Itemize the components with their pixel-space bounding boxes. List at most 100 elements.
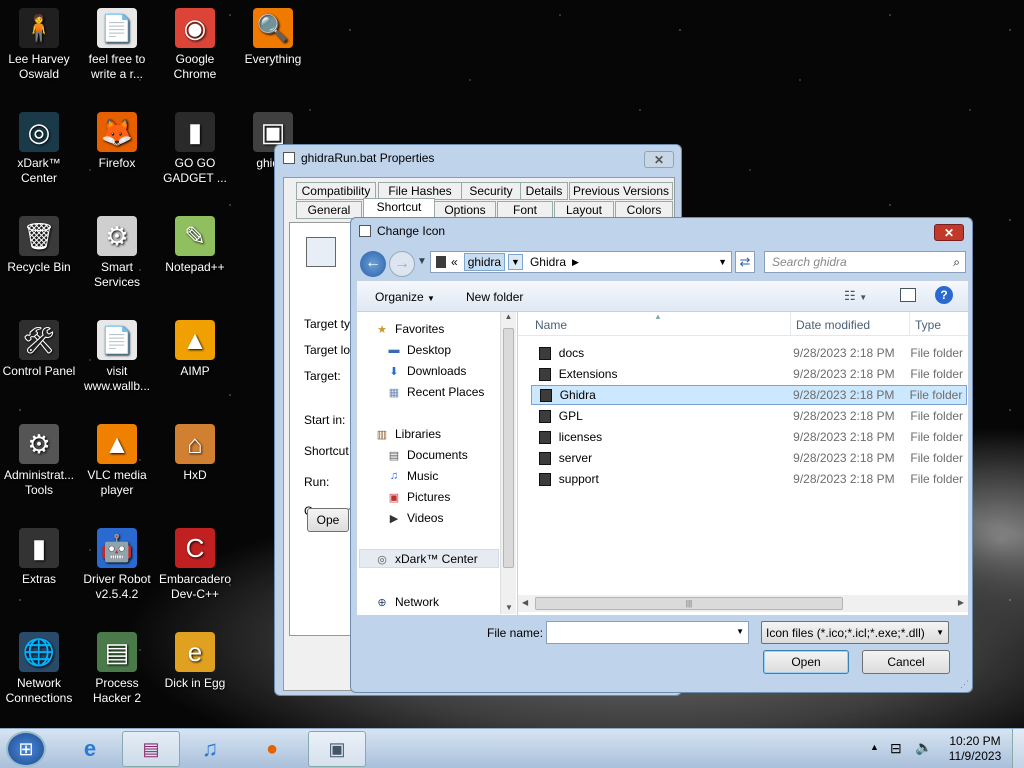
nav-videos[interactable]: ▶ Videos (387, 511, 444, 525)
new-folder-button[interactable]: New folder (466, 290, 523, 304)
navigation-scroll-thumb[interactable] (503, 328, 514, 568)
tab-security[interactable]: Security (461, 182, 521, 200)
recycle-bin-icon[interactable]: 🗑 Recycle Bin (0, 208, 78, 275)
preview-pane-icon[interactable] (900, 288, 916, 302)
start-button[interactable]: ⊞ (6, 731, 46, 767)
horizontal-scrollbar[interactable]: ◀ ||| ▶ (518, 595, 968, 612)
text-document-glyph-icon: 📄 (97, 8, 137, 48)
nav-downloads[interactable]: ⬇ Downloads (387, 364, 466, 378)
back-button[interactable]: ← (360, 251, 386, 277)
dev-cpp-icon[interactable]: C Embarcadero Dev-C++ (156, 520, 234, 602)
nav-favorites[interactable]: ★ Favorites (375, 322, 444, 336)
open-button[interactable]: Open (763, 650, 849, 674)
file-row[interactable]: Ghidra 9/28/2023 2:18 PM File folder (531, 385, 967, 405)
file-row[interactable]: GPL 9/28/2023 2:18 PM File folder (531, 406, 967, 426)
extras-icon[interactable]: ▮ Extras (0, 520, 78, 587)
address-dropdown-icon[interactable]: ▼ (718, 257, 727, 267)
text-document-icon[interactable]: 📄 feel free to write a r... (78, 0, 156, 82)
file-type-select[interactable]: Icon files (*.ico;*.icl;*.exe;*.dll) ▼ (761, 621, 949, 644)
breadcrumb-chevron-right-icon[interactable]: ▶ (572, 257, 579, 268)
nav-desktop[interactable]: ▬ Desktop (387, 343, 452, 357)
firefox-taskbar-icon[interactable]: ● (252, 733, 292, 765)
winrar-taskbar-icon[interactable]: ▤ (122, 731, 180, 767)
properties-open-button[interactable]: Ope (307, 508, 349, 532)
recent-locations-chevron-icon[interactable]: ▼ (417, 256, 427, 267)
driver-robot-icon[interactable]: 🤖 Driver Robot v2.5.4.2 (78, 520, 156, 602)
nav-documents[interactable]: ▤ Documents (387, 448, 468, 462)
vlc-icon[interactable]: ▲ VLC media player (78, 416, 156, 498)
cancel-button[interactable]: Cancel (862, 650, 950, 674)
search-box[interactable]: Search ghidra ⌕ (764, 251, 966, 273)
file-row[interactable]: server 9/28/2023 2:18 PM File folder (531, 448, 967, 468)
search-input[interactable]: Search ghidra (772, 255, 847, 269)
horizontal-scroll-thumb[interactable]: ||| (535, 597, 843, 610)
google-chrome-icon[interactable]: ◉ Google Chrome (156, 0, 234, 82)
organize-button[interactable]: Organize ▼ (375, 290, 435, 304)
column-type-header[interactable]: Type (915, 318, 941, 332)
properties-taskbar-icon[interactable]: ▣ (308, 731, 366, 767)
hxd-icon[interactable]: ⌂ HxD (156, 416, 234, 483)
show-desktop-button[interactable] (1012, 729, 1024, 768)
forward-button[interactable]: → (389, 251, 415, 277)
music-player-taskbar-icon[interactable]: ♫ (190, 733, 230, 765)
file-date: 9/28/2023 2:18 PM (793, 472, 895, 486)
refresh-button[interactable]: ⇄ (735, 251, 755, 273)
column-date-header[interactable]: Date modified (796, 318, 870, 332)
internet-explorer-taskbar-icon[interactable]: e (70, 733, 110, 765)
scroll-left-arrow-icon[interactable]: ◀ (522, 598, 528, 607)
xdark-center-icon[interactable]: ◎ xDark™ Center (0, 104, 78, 186)
scroll-down-arrow-icon[interactable]: ▼ (505, 603, 513, 612)
address-bar[interactable]: « ghidra ▼ Ghidra ▶ ▼ (430, 251, 732, 273)
nav-libraries[interactable]: ▥ Libraries (375, 427, 441, 441)
everything-search-icon[interactable]: 🔍 Everything (234, 0, 312, 67)
dialog-close-button[interactable]: ✕ (934, 224, 964, 241)
help-icon[interactable]: ? (935, 286, 953, 304)
smart-services-icon[interactable]: ⚙ Smart Services (78, 208, 156, 290)
wallpaper-link-icon[interactable]: 📄 visit www.wallb... (78, 312, 156, 394)
resize-grip-icon[interactable]: ⋰ (960, 679, 969, 690)
file-name-dropdown-icon[interactable]: ▼ (736, 627, 744, 636)
file-row[interactable]: support 9/28/2023 2:18 PM File folder (531, 469, 967, 489)
tab-details[interactable]: Details (520, 182, 568, 200)
administrative-tools-icon[interactable]: ⚙ Administrat... Tools (0, 416, 78, 498)
file-row[interactable]: licenses 9/28/2023 2:18 PM File folder (531, 427, 967, 447)
dick-in-egg-icon[interactable]: e Dick in Egg (156, 624, 234, 691)
properties-titlebar[interactable]: ghidraRun.bat Properties (275, 145, 681, 171)
network-connections-icon[interactable]: 🌐 Network Connections (0, 624, 78, 706)
nav-xdark-center[interactable]: ◎ xDark™ Center (375, 552, 478, 566)
breadcrumb-overflow[interactable]: « (451, 255, 458, 269)
control-panel-icon[interactable]: 🛠 Control Panel (0, 312, 78, 379)
nav-pictures[interactable]: ▣ Pictures (387, 490, 451, 504)
volume-muted-icon[interactable]: 🔈 (915, 739, 932, 756)
notepad-plus-plus-icon[interactable]: ✎ Notepad++ (156, 208, 234, 275)
gadget-icon[interactable]: ▮ GO GO GADGET ... (156, 104, 234, 186)
nav-music[interactable]: ♫ Music (387, 469, 438, 483)
clock[interactable]: 10:20 PM 11/9/2023 (945, 734, 1005, 764)
file-row[interactable]: docs 9/28/2023 2:18 PM File folder (531, 343, 967, 363)
file-name-input[interactable]: ▼ (546, 621, 749, 644)
file-row[interactable]: Extensions 9/28/2023 2:18 PM File folder (531, 364, 967, 384)
file-type-dropdown-icon[interactable]: ▼ (936, 628, 944, 637)
firefox-icon[interactable]: 🦊 Firefox (78, 104, 156, 171)
tab-previous-versions[interactable]: Previous Versions (569, 182, 673, 200)
dialog-titlebar[interactable]: Change Icon (351, 218, 972, 244)
lee-harvey-oswald-icon[interactable]: 🧍 Lee Harvey Oswald (0, 0, 78, 82)
nav-videos-label: Videos (407, 511, 444, 525)
breadcrumb-ghidra-parent[interactable]: ghidra (463, 253, 506, 271)
nav-recent-places[interactable]: ▦ Recent Places (387, 385, 485, 399)
aimp-icon[interactable]: ▲ AIMP (156, 312, 234, 379)
network-tray-icon[interactable]: ⊟ (890, 740, 902, 757)
properties-close-button[interactable]: ✕ (644, 151, 674, 168)
show-hidden-icons-icon[interactable]: ▲ (870, 742, 879, 752)
navigation-scrollbar[interactable]: ▲ ▼ (500, 312, 516, 614)
scroll-up-arrow-icon[interactable]: ▲ (501, 312, 516, 321)
scroll-right-arrow-icon[interactable]: ▶ (958, 598, 964, 607)
process-hacker-icon[interactable]: ▤ Process Hacker 2 (78, 624, 156, 706)
breadcrumb-dropdown-icon[interactable]: ▼ (508, 254, 523, 270)
column-name-header[interactable]: Name (535, 318, 567, 332)
pane-separator[interactable] (517, 312, 518, 616)
view-options-icon[interactable]: ☷ ▼ (844, 288, 867, 304)
tab-general[interactable]: General (296, 201, 362, 219)
nav-network[interactable]: ⊕ Network (375, 595, 439, 609)
breadcrumb-ghidra-current[interactable]: Ghidra (530, 255, 566, 269)
